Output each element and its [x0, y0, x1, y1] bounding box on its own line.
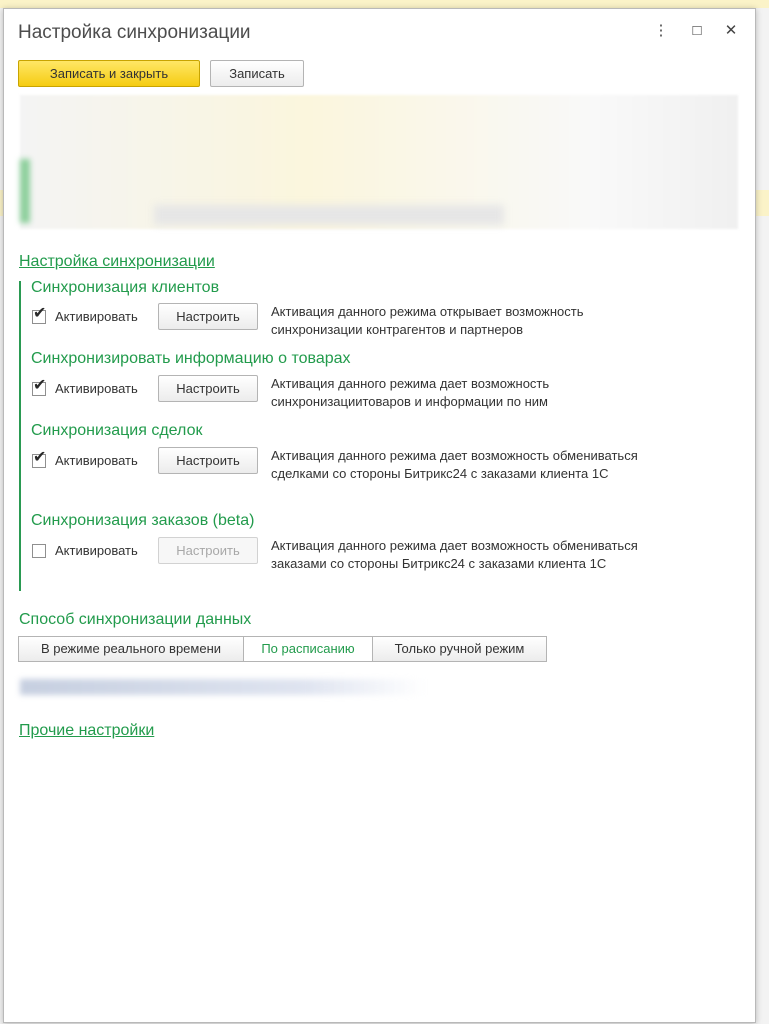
section-title-deals: Синхронизация сделок	[31, 422, 203, 439]
section-divider	[19, 281, 21, 591]
description-line: заказами со стороны Битрикс24 с заказами…	[271, 556, 607, 571]
activate-products-checkbox[interactable]: ✔	[32, 378, 46, 396]
check-icon: ✔	[33, 449, 47, 466]
activate-clients-checkbox[interactable]: ✔	[32, 306, 46, 324]
check-icon: ✔	[33, 305, 47, 322]
blurred-region	[20, 159, 30, 223]
save-button[interactable]: Записать	[210, 60, 304, 87]
activate-deals-checkbox[interactable]: ✔	[32, 450, 46, 468]
section-description: Активация данного режима открывает возмо…	[271, 303, 584, 339]
section-title-products: Синхронизировать информацию о товарах	[31, 350, 351, 367]
description-line: Активация данного режима дает возможност…	[271, 448, 638, 463]
check-icon: ✔	[33, 377, 47, 394]
blurred-region	[154, 205, 504, 225]
description-line: Активация данного режима дает возможност…	[271, 376, 550, 391]
settings-dialog: Настройка синхронизации ⋮ □ ✕ Записать и…	[3, 8, 756, 1023]
description-line: Активация данного режима открывает возмо…	[271, 304, 584, 319]
configure-clients-button[interactable]: Настроить	[158, 303, 258, 330]
mode-realtime-button[interactable]: В режиме реального времени	[18, 636, 244, 662]
close-icon[interactable]: ✕	[721, 21, 741, 41]
description-line: синхронизациитоваров и информации по ним	[271, 394, 548, 409]
description-line: сделками со стороны Битрикс24 с заказами…	[271, 466, 609, 481]
configure-orders-button: Настроить	[158, 537, 258, 564]
section-description: Активация данного режима дает возможност…	[271, 537, 638, 573]
other-settings-link[interactable]: Прочие настройки	[19, 722, 154, 740]
description-line: Активация данного режима дает возможност…	[271, 538, 638, 553]
sync-mode-title: Способ синхронизации данных	[19, 611, 252, 628]
save-and-close-button[interactable]: Записать и закрыть	[18, 60, 200, 87]
configure-deals-button[interactable]: Настроить	[158, 447, 258, 474]
maximize-icon[interactable]: □	[687, 21, 707, 41]
section-title-clients: Синхронизация клиентов	[31, 279, 220, 296]
background-strip	[0, 0, 769, 8]
more-icon[interactable]: ⋮	[651, 21, 671, 41]
description-line: синхронизации контрагентов и партнеров	[271, 322, 524, 337]
blurred-region	[20, 679, 425, 695]
checkbox-label[interactable]: Активировать	[55, 453, 138, 468]
sync-settings-link[interactable]: Настройка синхронизации	[19, 253, 215, 271]
dialog-title: Настройка синхронизации	[18, 22, 251, 43]
mode-manual-button[interactable]: Только ручной режим	[372, 636, 547, 662]
checkbox-label[interactable]: Активировать	[55, 381, 138, 396]
section-description: Активация данного режима дает возможност…	[271, 447, 638, 483]
section-title-orders: Синхронизация заказов (beta)	[31, 512, 255, 529]
configure-products-button[interactable]: Настроить	[158, 375, 258, 402]
checkbox-label[interactable]: Активировать	[55, 543, 138, 558]
mode-schedule-button[interactable]: По расписанию	[243, 636, 373, 662]
activate-orders-checkbox[interactable]	[32, 544, 46, 558]
checkbox-label[interactable]: Активировать	[55, 309, 138, 324]
section-description: Активация данного режима дает возможност…	[271, 375, 549, 411]
